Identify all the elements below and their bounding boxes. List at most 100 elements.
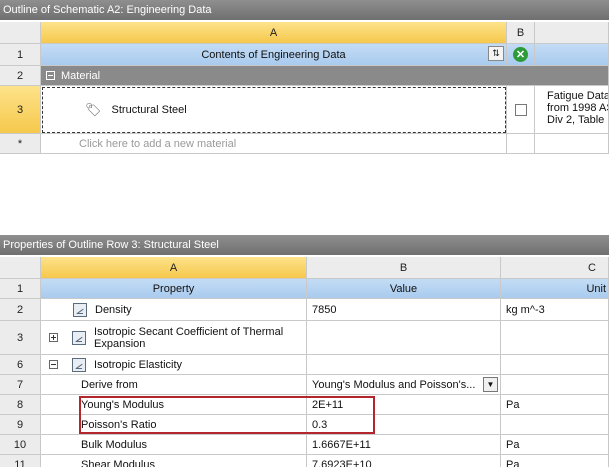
contents-header-cell: Contents of Engineering Data ⇅ <box>41 44 507 66</box>
sort-icon[interactable]: ⇅ <box>488 46 504 61</box>
unit-cell[interactable]: Pa <box>501 395 609 415</box>
unit-cell[interactable] <box>501 415 609 435</box>
properties-column-c-header[interactable]: C <box>501 257 609 279</box>
property-row-bulk-modulus: 10 Bulk Modulus 1.6667E+11 Pa <box>0 435 609 455</box>
properties-panel-title: Properties of Outline Row 3: Structural … <box>0 235 609 255</box>
status-cell: ✕ <box>507 44 535 66</box>
unit-cell[interactable] <box>501 375 609 395</box>
property-name-cell[interactable]: Isotropic Secant Coefficient of Thermal … <box>41 321 307 355</box>
add-material-placeholder: Click here to add a new material <box>79 137 237 150</box>
value-cell[interactable]: 0.3 <box>307 415 501 435</box>
unit-cell[interactable]: Pa <box>501 435 609 455</box>
row-number-label: 6 <box>16 358 24 371</box>
value-cell[interactable] <box>307 321 501 355</box>
value-cell[interactable]: 7.6923E+10 <box>307 455 501 467</box>
material-category-label: Material <box>61 69 101 82</box>
suppress-checkbox[interactable] <box>514 103 527 116</box>
property-value: 0.3 <box>312 418 328 431</box>
property-icon <box>73 302 87 317</box>
close-circle-icon[interactable]: ✕ <box>513 47 528 62</box>
property-name: Young's Modulus <box>81 398 165 411</box>
row-number[interactable]: 11 <box>0 455 41 467</box>
property-name-cell[interactable]: Shear Modulus <box>41 455 307 467</box>
unit-cell[interactable] <box>501 321 609 355</box>
property-name-cell[interactable]: Bulk Modulus <box>41 435 307 455</box>
row-number-label: 2 <box>16 303 24 316</box>
property-name-cell[interactable]: Derive from <box>41 375 307 395</box>
outline-column-c-header[interactable] <box>535 22 609 44</box>
expand-icon[interactable] <box>49 333 58 342</box>
row-number[interactable]: 10 <box>0 435 41 455</box>
row-number-label: 2 <box>16 69 24 82</box>
properties-column-a-header[interactable]: A <box>41 257 307 279</box>
property-icon <box>72 330 86 345</box>
row-number[interactable]: 9 <box>0 415 41 435</box>
property-unit: kg m^-3 <box>506 303 545 316</box>
property-name: Bulk Modulus <box>81 438 148 451</box>
outline-grid: A B 1 Contents of Engineering Data ⇅ ✕ 2… <box>0 20 609 235</box>
corner-cell[interactable] <box>0 257 41 279</box>
row-number-label: 11 <box>14 458 26 467</box>
property-name-cell[interactable]: Poisson's Ratio <box>41 415 307 435</box>
material-tag-icon: 🏷 <box>85 101 102 117</box>
property-name: Isotropic Elasticity <box>94 358 183 371</box>
property-name-cell[interactable]: Density <box>41 299 307 321</box>
outline-column-b-header[interactable]: B <box>507 22 535 44</box>
value-cell[interactable]: 7850 <box>307 299 501 321</box>
empty-cell <box>507 134 535 154</box>
property-row-thermal-expansion: 3 Isotropic Secant Coefficient of Therma… <box>0 321 609 355</box>
value-cell[interactable]: 2E+11 <box>307 395 501 415</box>
property-header-label: Property <box>152 282 195 295</box>
row-number[interactable]: 3 <box>0 321 41 355</box>
row-number-label: 9 <box>16 418 24 431</box>
property-name: Poisson's Ratio <box>81 418 157 431</box>
outline-panel-title: Outline of Schematic A2: Engineering Dat… <box>0 0 609 20</box>
column-a-label: A <box>269 26 278 39</box>
property-value: 1.6667E+11 <box>312 438 371 451</box>
properties-column-b-header[interactable]: B <box>307 257 501 279</box>
collapse-icon[interactable] <box>46 71 55 80</box>
row-number[interactable]: 7 <box>0 375 41 395</box>
add-material-cell[interactable]: Click here to add a new material <box>41 134 507 154</box>
property-name: Density <box>95 303 132 316</box>
value-cell[interactable]: 1.6667E+11 <box>307 435 501 455</box>
unit-cell[interactable] <box>501 355 609 375</box>
material-name: Structural Steel <box>111 103 187 116</box>
property-value: 2E+11 <box>312 398 344 411</box>
dropdown-icon[interactable]: ▼ <box>483 377 498 392</box>
row-number[interactable]: 2 <box>0 299 41 321</box>
derive-from-select[interactable]: Young's Modulus and Poisson's... ▼ <box>307 375 501 395</box>
property-name: Derive from <box>81 378 138 391</box>
row-number-label: 8 <box>16 398 24 411</box>
value-header-label: Value <box>389 282 418 295</box>
corner-cell[interactable] <box>0 22 41 44</box>
collapse-icon[interactable] <box>49 360 58 369</box>
outline-column-a-header[interactable]: A <box>41 22 507 44</box>
material-category-row[interactable]: Material <box>41 66 609 86</box>
property-name-cell[interactable]: Young's Modulus <box>41 395 307 415</box>
suppress-cell <box>507 86 535 134</box>
row-number-selected[interactable]: 3 <box>0 86 41 134</box>
row-number[interactable]: 8 <box>0 395 41 415</box>
property-name-cell[interactable]: Isotropic Elasticity <box>41 355 307 375</box>
row-number[interactable]: 1 <box>0 279 41 299</box>
property-row-shear-modulus: 11 Shear Modulus 7.6923E+10 Pa <box>0 455 609 467</box>
property-row-derive-from: 7 Derive from Young's Modulus and Poisso… <box>0 375 609 395</box>
row-number-label: 3 <box>16 331 24 344</box>
structural-steel-cell[interactable]: 🏷 Structural Steel <box>41 86 507 134</box>
row-number-label: 10 <box>13 438 27 451</box>
value-cell[interactable] <box>307 355 501 375</box>
outline-column-header-row: A B <box>0 22 609 44</box>
unit-cell[interactable]: kg m^-3 <box>501 299 609 321</box>
row-number[interactable]: * <box>0 134 41 154</box>
property-unit: Pa <box>506 438 520 451</box>
unit-cell[interactable]: Pa <box>501 455 609 467</box>
outline-c-header-cell <box>535 44 609 66</box>
property-header: Property <box>41 279 307 299</box>
outline-row-1: 1 Contents of Engineering Data ⇅ ✕ <box>0 44 609 66</box>
property-icon <box>72 357 86 372</box>
row-number[interactable]: 2 <box>0 66 41 86</box>
row-number[interactable]: 6 <box>0 355 41 375</box>
row-number[interactable]: 1 <box>0 44 41 66</box>
outline-row-3: 3 🏷 Structural Steel Fatigue Data from 1… <box>0 86 609 134</box>
